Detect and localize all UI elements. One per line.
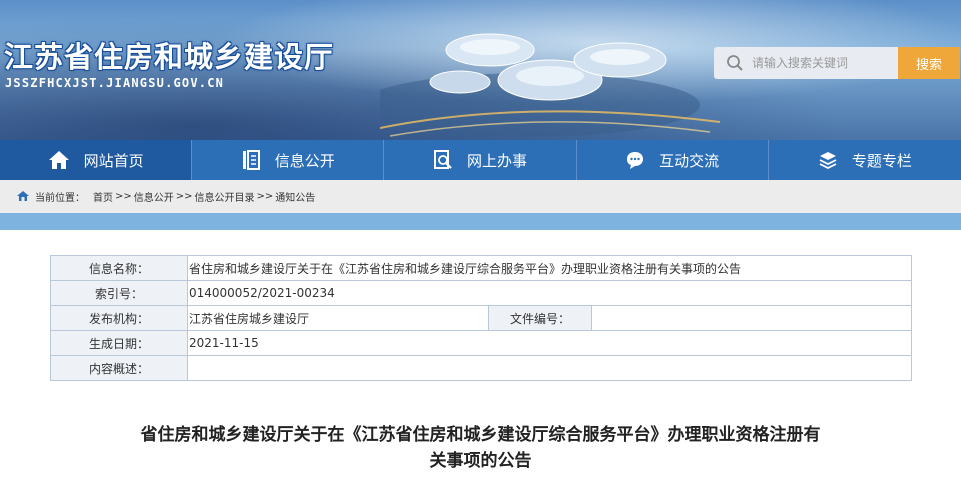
date-value: 2021-11-15 [187,330,912,356]
nav-item-online-services[interactable]: 网上办事 [384,140,577,180]
site-domain: JSSZFHCXJST.JIANGSU.GOV.CN [5,76,225,90]
search-input[interactable] [752,53,896,73]
table-row: 索引号： 014000052/2021-00234 [50,280,912,306]
nav-label: 网上办事 [466,151,527,170]
breadcrumb-separator: >> [175,191,193,202]
nav-item-special-topics[interactable]: 专题专栏 [769,140,961,180]
search-button[interactable]: 搜索 [898,47,960,79]
search-bar: 搜索 [714,47,960,79]
publisher-label: 发布机构： [50,305,188,331]
nav-label: 专题专栏 [851,151,912,170]
index-label: 索引号： [50,280,188,306]
info-table: 信息名称： 省住房和城乡建设厅关于在《江苏省住房和城乡建设厅综合服务平台》办理职… [50,255,912,381]
doc-no-value [591,305,912,331]
home-icon [48,151,69,169]
nav-item-info-disclosure[interactable]: 信息公开 [192,140,385,180]
doc-no-label: 文件编号： [488,305,592,331]
site-title: 江苏省住房和城乡建设厅 [4,40,335,74]
chat-icon [627,152,644,169]
layers-icon [819,152,837,170]
index-value: 014000052/2021-00234 [187,280,912,306]
document-list-icon [242,150,260,170]
stadium-illustration [380,33,720,137]
table-row: 内容概述： [50,355,912,381]
breadcrumb-item-catalog[interactable]: 信息公开目录 [195,189,255,204]
nav-label: 网站首页 [83,151,144,170]
summary-label: 内容概述： [50,355,188,381]
article-title: 省住房和城乡建设厅关于在《江苏省住房和城乡建设厅综合服务平台》办理职业资格注册有… [0,422,961,474]
info-name-label: 信息名称： [50,255,188,281]
nav-label: 互动交流 [659,151,720,170]
breadcrumb-item-notices[interactable]: 通知公告 [275,189,315,204]
article-title-line2: 关事项的公告 [429,451,532,471]
breadcrumb-separator: >> [256,191,274,202]
accent-bar [0,213,961,230]
breadcrumb-item-home[interactable]: 首页 [93,189,113,204]
article-title-line1: 省住房和城乡建设厅关于在《江苏省住房和城乡建设厅综合服务平台》办理职业资格注册有 [140,425,821,445]
table-row: 生成日期： 2021-11-15 [50,330,912,356]
header-banner: 江苏省住房和城乡建设厅 JSSZFHCXJST.JIANGSU.GOV.CN 搜… [0,0,961,140]
table-row: 信息名称： 省住房和城乡建设厅关于在《江苏省住房和城乡建设厅综合服务平台》办理职… [50,255,912,281]
nav-item-home[interactable]: 网站首页 [0,140,193,180]
date-label: 生成日期： [50,330,188,356]
breadcrumb-item-info[interactable]: 信息公开 [134,189,174,204]
table-row: 发布机构： 江苏省住房城乡建设厅 文件编号： [50,305,912,331]
breadcrumb: 当前位置： 首页 >> 信息公开 >> 信息公开目录 >> 通知公告 [0,180,961,213]
nav-item-interaction[interactable]: 互动交流 [577,140,769,180]
search-doc-icon [433,150,452,169]
summary-value [187,355,912,381]
search-box [714,47,900,79]
breadcrumb-prefix: 当前位置： [35,193,85,204]
breadcrumb-separator: >> [115,191,132,202]
publisher-value: 江苏省住房城乡建设厅 [187,305,489,331]
search-icon [727,55,743,71]
nav-label: 信息公开 [274,151,335,170]
home-small-icon [17,191,29,201]
main-nav: 网站首页 信息公开 网上办事 互动交流 专题专栏 [0,140,961,180]
info-name-value: 省住房和城乡建设厅关于在《江苏省住房和城乡建设厅综合服务平台》办理职业资格注册有… [187,255,912,281]
